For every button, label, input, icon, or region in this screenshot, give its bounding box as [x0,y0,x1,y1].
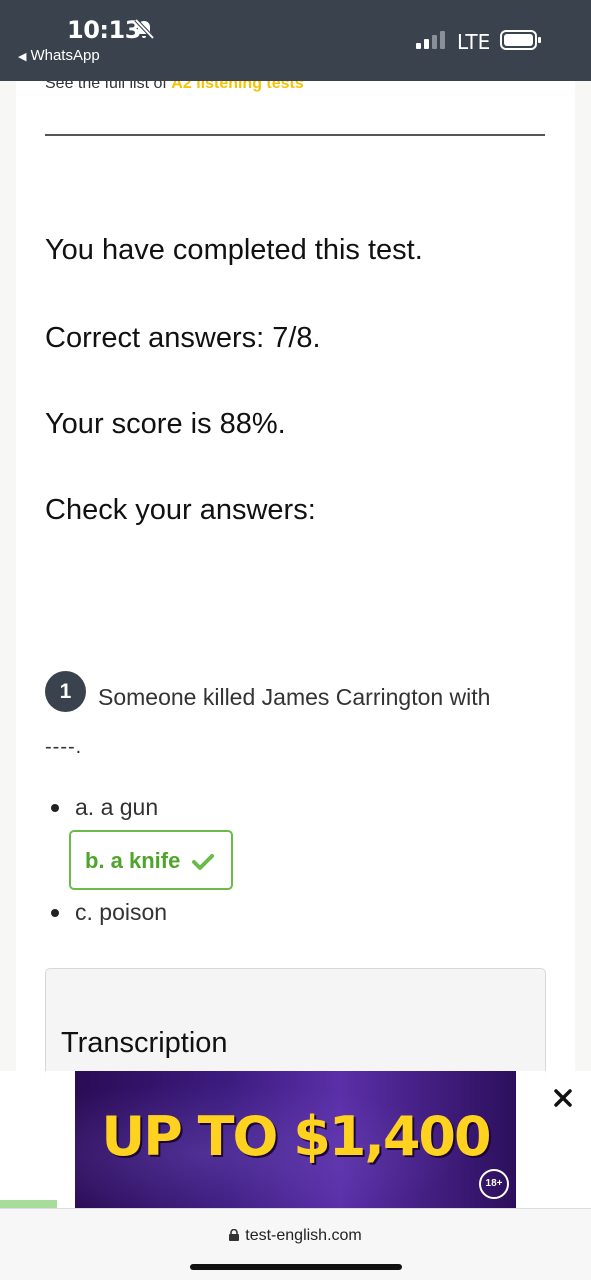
see-list-text: See the full list of A2 listening tests [45,81,304,93]
transcription-box: Transcription D M ? [45,968,546,1081]
url-display[interactable]: test-english.com [0,1227,591,1245]
completed-message: You have completed this test. [45,234,423,266]
url-text: test-english.com [245,1227,362,1244]
signal-icon [416,31,445,49]
back-arrow-icon: ◀ [18,51,27,63]
status-bar: 10:13 ◀ WhatsApp LTE [0,0,591,81]
status-time: 10:13 [67,16,141,44]
question-blank: ----. [45,736,83,758]
back-to-app-link[interactable]: ◀ WhatsApp [18,47,100,64]
age-rating-badge: 18+ [479,1169,509,1199]
page-load-progress [0,1200,57,1208]
checkmark-icon [192,854,215,871]
back-app-label: WhatsApp [30,47,100,64]
lock-icon [229,1229,240,1241]
transcription-title: Transcription [61,1027,228,1059]
answer-option-b-label: b. a knife [85,848,181,873]
network-type: LTE [457,30,491,54]
ad-banner[interactable]: UP TO $1,400 18+ [75,1071,516,1208]
correct-answer-option-b: b. a knife [69,830,233,890]
question-text: Someone killed James Carrington with [98,684,491,710]
answer-option-a: a. a gun [50,794,159,820]
correct-answers-text: Correct answers: 7/8. [45,322,321,354]
see-list-prefix: See the full list of [45,81,172,92]
page-content: See the full list of A2 listening tests … [16,81,575,1081]
answer-option-c: c. poison [50,899,168,925]
divider [45,134,545,136]
browser-url-bar[interactable]: test-english.com [0,1208,591,1280]
close-ad-icon[interactable] [551,1086,575,1110]
check-answers-heading: Check your answers: [45,494,316,526]
ad-headline: UP TO $1,400 [101,1105,491,1168]
a2-tests-link[interactable]: A2 listening tests [171,81,303,92]
battery-icon [500,30,541,50]
bell-slash-icon [134,18,155,40]
question-number-badge: 1 [45,671,86,712]
home-indicator[interactable] [190,1264,402,1270]
score-text: Your score is 88%. [45,408,286,440]
